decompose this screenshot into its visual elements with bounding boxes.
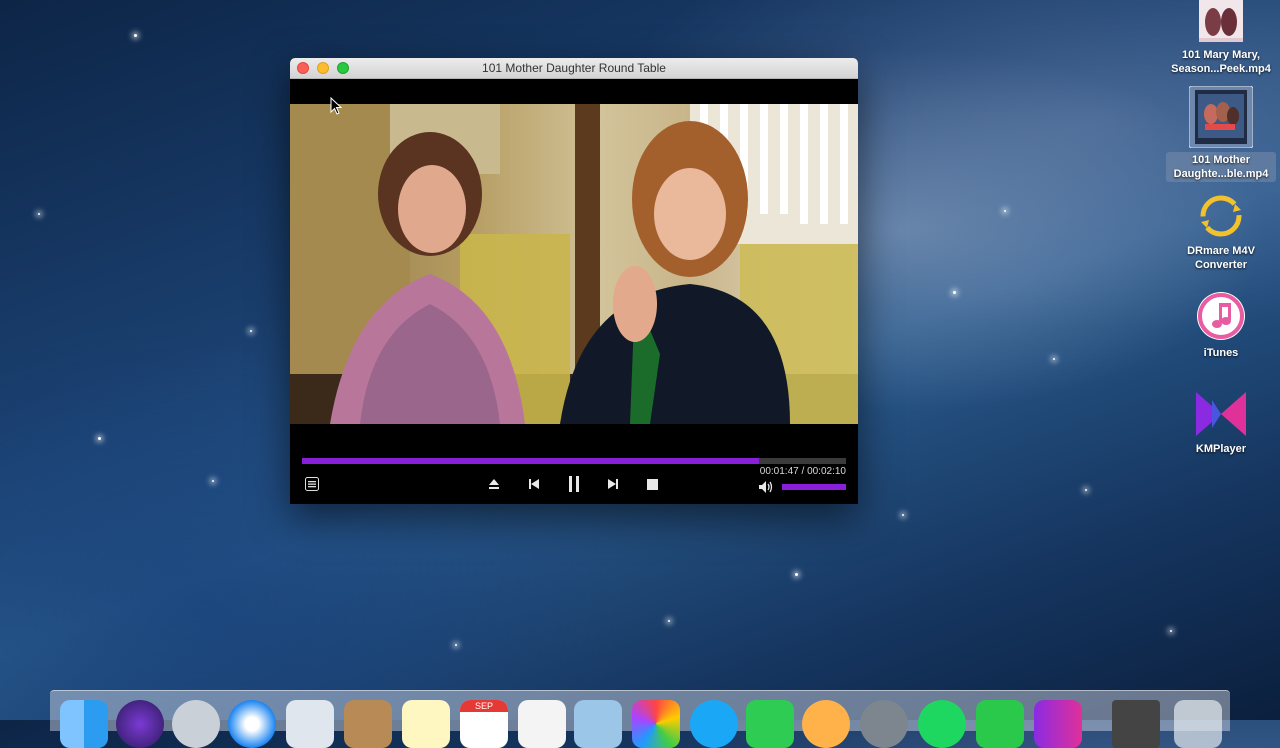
trash-icon[interactable]	[1174, 700, 1222, 748]
desktop-app-label: Converter	[1195, 259, 1247, 271]
mute-button[interactable]	[755, 476, 777, 498]
desktop-app-label: DRmare M4V	[1187, 245, 1255, 257]
seek-bar-progress	[302, 458, 759, 464]
video-thumbnail-icon	[1199, 0, 1243, 42]
calendar-icon[interactable]: SEP	[460, 700, 508, 748]
next-button[interactable]	[602, 473, 624, 495]
skip-back-icon	[529, 479, 539, 489]
dock: SEP	[50, 690, 1230, 748]
desktop-app-label: iTunes	[1203, 347, 1239, 359]
eject-button[interactable]	[483, 473, 505, 495]
volume-slider[interactable]	[782, 484, 846, 490]
drmare-app-icon	[1200, 195, 1242, 237]
notes-icon[interactable]	[402, 700, 450, 748]
kmplayer-icon	[1196, 392, 1246, 436]
pause-button[interactable]	[563, 473, 585, 495]
desktop-file-mother-daughter[interactable]: 101 Mother Daughte...ble.mp4	[1166, 86, 1276, 182]
green-app-icon[interactable]	[976, 700, 1024, 748]
window-title: 101 Mother Daughter Round Table	[482, 61, 666, 75]
video-thumbnail-icon	[1189, 86, 1253, 148]
desktop-app-itunes[interactable]: iTunes	[1166, 290, 1276, 360]
stop-button[interactable]	[641, 473, 663, 495]
stop-icon	[646, 478, 658, 490]
photos-icon[interactable]	[632, 700, 680, 748]
mail-icon[interactable]	[286, 700, 334, 748]
siri-icon[interactable]	[116, 700, 164, 748]
desktop-file-label: 101 Mary Mary,	[1181, 49, 1261, 61]
desktop-file-label-line2: Daughte...ble.mp4	[1173, 168, 1269, 180]
itunes-icon	[1197, 292, 1245, 340]
contacts-icon[interactable]	[344, 700, 392, 748]
system-preferences-icon[interactable]	[860, 700, 908, 748]
recent-window-icon[interactable]	[1112, 700, 1160, 748]
keynote-icon[interactable]	[574, 700, 622, 748]
calendar-month: SEP	[460, 700, 508, 712]
desktop-app-drmare[interactable]: DRmare M4V Converter	[1166, 192, 1276, 272]
list-icon	[305, 477, 319, 491]
pause-icon	[569, 476, 579, 492]
speaker-icon	[759, 481, 773, 493]
previous-button[interactable]	[523, 473, 545, 495]
kmplayer-dock-icon[interactable]	[1034, 700, 1082, 748]
skip-forward-icon	[608, 479, 618, 489]
facetime-icon[interactable]	[746, 700, 794, 748]
app-store-icon[interactable]	[690, 700, 738, 748]
desktop-file-mary-mary[interactable]: 101 Mary Mary, Season...Peek.mp4	[1166, 0, 1276, 76]
eject-icon	[489, 479, 499, 489]
safari-icon[interactable]	[228, 700, 276, 748]
desktop-file-label: 101 Mother Daughte...ble.mp4	[1166, 152, 1276, 182]
player-window[interactable]: 101 Mother Daughter Round Table 00:01:47…	[290, 58, 858, 504]
desktop-app-kmplayer[interactable]: KMPlayer	[1166, 390, 1276, 456]
finder-icon[interactable]	[60, 700, 108, 748]
launchpad-icon[interactable]	[172, 700, 220, 748]
playlist-button[interactable]	[301, 473, 323, 495]
reminders-icon[interactable]	[518, 700, 566, 748]
time-separator: /	[801, 466, 805, 477]
window-titlebar[interactable]: 101 Mother Daughter Round Table	[290, 58, 858, 79]
seek-bar[interactable]	[302, 458, 846, 464]
mouse-cursor-icon	[330, 97, 342, 115]
video-scene-image	[290, 104, 858, 424]
total-duration: 00:02:10	[807, 466, 846, 477]
ibooks-icon[interactable]	[802, 700, 850, 748]
desktop-file-label-line1: 101 Mother	[1191, 154, 1251, 166]
video-frame[interactable]	[290, 104, 858, 424]
spotify-icon[interactable]	[918, 700, 966, 748]
desktop-app-label: KMPlayer	[1195, 443, 1247, 455]
volume-level	[782, 484, 846, 490]
desktop-file-label: Season...Peek.mp4	[1171, 63, 1271, 75]
